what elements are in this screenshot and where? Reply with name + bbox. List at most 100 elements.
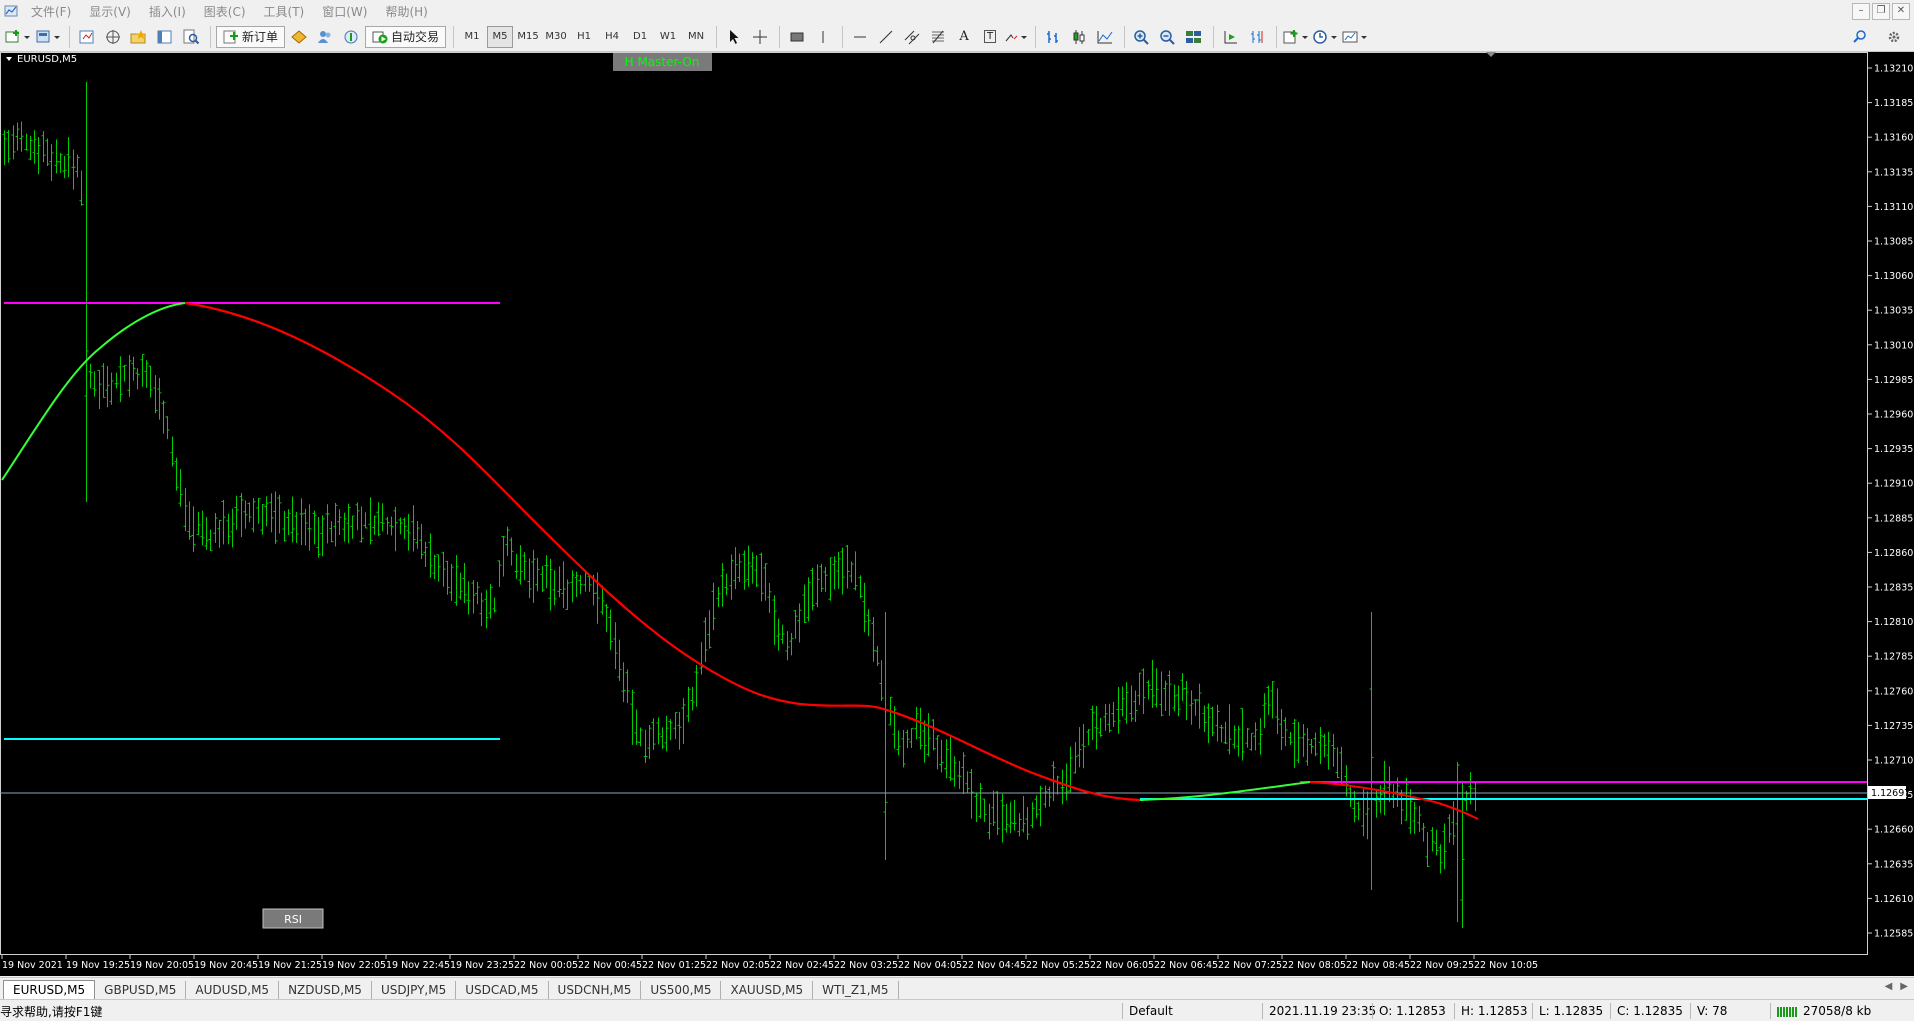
menu-file[interactable]: 文件(F) <box>22 3 80 20</box>
price-tick-label: 1.12810 <box>1874 617 1913 628</box>
price-tick-label: 1.13210 <box>1874 64 1913 75</box>
tab-gbpusd-m5[interactable]: GBPUSD,M5 <box>95 981 187 999</box>
text-label-tool-label: T <box>983 30 997 43</box>
market-watch-icon <box>79 30 94 43</box>
tab-wti-z1-m5[interactable]: WTI_Z1,M5 <box>813 981 899 999</box>
text-tool-button[interactable]: A <box>952 26 976 48</box>
main-toolbar: 新订单 自动交易 M1 M5 M15 M30 H1 H4 D1 W1 MN A … <box>0 22 1914 52</box>
timeframe-m15[interactable]: M15 <box>515 26 541 48</box>
market-watch-button[interactable] <box>75 26 99 48</box>
timeframe-h4[interactable]: H4 <box>599 26 625 48</box>
timeframe-d1[interactable]: D1 <box>627 26 653 48</box>
terminal-icon <box>157 30 172 43</box>
timeframe-m1[interactable]: M1 <box>459 26 485 48</box>
crosshair-tool-button[interactable] <box>748 26 772 48</box>
bar-chart-button[interactable] <box>1041 26 1065 48</box>
cursor-tool-button[interactable] <box>722 26 746 48</box>
tab-usdjpy-m5[interactable]: USDJPY,M5 <box>372 981 457 999</box>
tab-xauusd-m5[interactable]: XAUUSD,M5 <box>721 981 814 999</box>
signal-icon <box>344 30 358 43</box>
profiles-button[interactable] <box>34 26 62 48</box>
menu-charts[interactable]: 图表(C) <box>195 3 255 20</box>
time-tick-label: 19 Nov 22:45 <box>386 960 450 971</box>
auto-trading-button[interactable]: 自动交易 <box>365 25 447 48</box>
navigator-icon <box>106 29 120 44</box>
tile-windows-button[interactable] <box>1182 26 1206 48</box>
menu-help[interactable]: 帮助(H) <box>376 3 436 20</box>
time-tick-label: 22 Nov 06:05 <box>1090 960 1154 971</box>
terminal-button[interactable] <box>153 26 177 48</box>
tab-scroll-right-icon[interactable]: ▶ <box>1900 981 1908 992</box>
line-chart-button[interactable] <box>1093 26 1117 48</box>
gear-icon <box>1888 31 1900 43</box>
candlestick-button[interactable] <box>1067 26 1091 48</box>
restore-button[interactable]: ❐ <box>1872 3 1890 20</box>
symbol-timeframe-label: EURUSD,M5 <box>17 54 77 65</box>
tab-audusd-m5[interactable]: AUDUSD,M5 <box>186 981 280 999</box>
auto-trading-icon <box>372 31 388 43</box>
time-tick-label: 22 Nov 10:05 <box>1474 960 1538 971</box>
timeframe-m5[interactable]: M5 <box>487 25 514 48</box>
search-button[interactable] <box>1848 26 1872 48</box>
time-tick-label: 19 Nov 22:05 <box>322 960 386 971</box>
zoom-out-button[interactable] <box>1156 26 1180 48</box>
menu-insert[interactable]: 插入(I) <box>140 3 195 20</box>
auto-scroll-button[interactable] <box>1219 26 1243 48</box>
status-bar: 寻求帮助,请按F1键 Default 2021.11.19 23:35 O: 1… <box>0 999 1914 1021</box>
indicators-button[interactable] <box>1282 26 1310 48</box>
tab-usdcad-m5[interactable]: USDCAD,M5 <box>456 981 549 999</box>
toolbar-separator <box>1213 25 1215 48</box>
tab-scroll-left-icon[interactable]: ◀ <box>1885 981 1893 992</box>
timeframe-m30[interactable]: M30 <box>543 26 569 48</box>
horizontal-line-button[interactable] <box>848 26 872 48</box>
chart-window[interactable]: 1.13210 1.13185 1.13160 1.13135 1.13110 1.130… <box>0 52 1914 976</box>
community-button[interactable] <box>313 26 337 48</box>
menu-view[interactable]: 显示(V) <box>80 3 140 20</box>
vertical-line-button[interactable] <box>811 26 835 48</box>
timeframe-w1[interactable]: W1 <box>655 26 681 48</box>
chart-shift-button[interactable] <box>1245 26 1269 48</box>
text-label-tool-button[interactable]: T <box>978 26 1002 48</box>
toolbar-separator <box>1035 25 1037 48</box>
toolbar-separator <box>1124 25 1126 48</box>
zoom-in-button[interactable] <box>1130 26 1154 48</box>
trendline-button[interactable] <box>874 26 898 48</box>
price-tick-label: 1.12760 <box>1874 686 1913 697</box>
settings-button[interactable] <box>1882 26 1906 48</box>
data-window-button[interactable] <box>127 26 151 48</box>
chart-shift-icon <box>1251 30 1263 43</box>
rectangle-tool-button[interactable] <box>785 26 809 48</box>
menu-window[interactable]: 窗口(W) <box>313 3 376 20</box>
clock-icon <box>1313 29 1338 44</box>
tab-eurusd-m5[interactable]: EURUSD,M5 <box>3 980 96 999</box>
close-button[interactable]: ✕ <box>1892 3 1910 20</box>
menu-tools[interactable]: 工具(T) <box>255 3 314 20</box>
periods-button[interactable] <box>1312 26 1340 48</box>
app-icon <box>4 5 18 17</box>
fibonacci-button[interactable] <box>926 26 950 48</box>
arrows-tool-button[interactable] <box>1004 26 1028 48</box>
navigator-button[interactable] <box>101 26 125 48</box>
zoom-in-icon <box>1134 29 1149 45</box>
status-high: H: 1.12853 <box>1454 1003 1539 1019</box>
timeframe-h1[interactable]: H1 <box>571 26 597 48</box>
metaeditor-button[interactable] <box>287 26 311 48</box>
tab-nzdusd-m5[interactable]: NZDUSD,M5 <box>279 981 372 999</box>
channel-tool-button[interactable] <box>900 26 924 48</box>
price-chart[interactable]: 1.13210 1.13185 1.13160 1.13135 1.13110 1.130… <box>0 52 1914 976</box>
trendline-icon <box>879 30 893 43</box>
new-chart-button[interactable] <box>4 26 32 48</box>
signals-button[interactable] <box>339 26 363 48</box>
tab-usdcnh-m5[interactable]: USDCNH,M5 <box>549 981 642 999</box>
new-order-button[interactable]: 新订单 <box>216 25 286 48</box>
toolbar-separator <box>779 25 781 48</box>
time-tick-label: 22 Nov 01:25 <box>642 960 706 971</box>
minimize-button[interactable]: – <box>1852 3 1870 20</box>
time-tick-label: 22 Nov 07:25 <box>1218 960 1282 971</box>
toolbar-separator <box>69 25 70 48</box>
strategy-tester-button[interactable] <box>179 26 203 48</box>
templates-button[interactable] <box>1342 26 1370 48</box>
tab-us500-m5[interactable]: US500,M5 <box>641 981 722 999</box>
timeframe-mn[interactable]: MN <box>683 26 709 48</box>
time-tick-label: 22 Nov 00:05 <box>514 960 578 971</box>
